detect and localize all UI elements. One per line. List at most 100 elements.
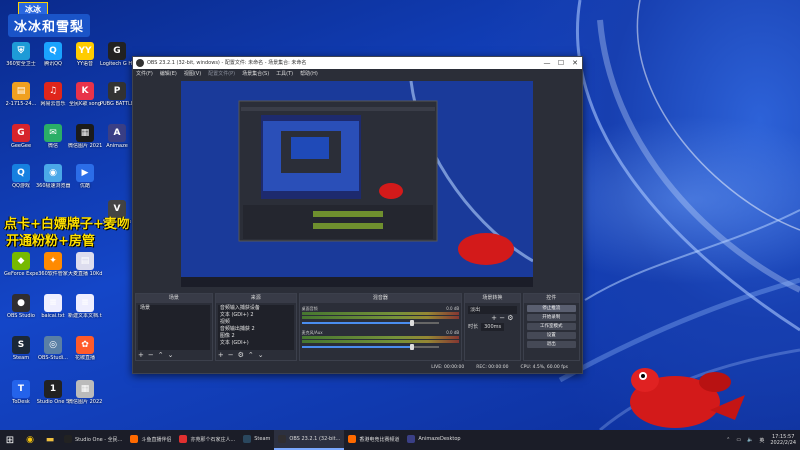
clock[interactable]: 17:15:57 2022/2/24 xyxy=(770,434,796,446)
move-up-icon[interactable]: ⌃ xyxy=(248,351,254,359)
preview-recursive-image xyxy=(181,81,533,287)
desktop-icon[interactable]: ▦微信图片 2022022... xyxy=(68,380,102,405)
desktop-icon[interactable]: ● OBS Studio xyxy=(4,294,38,319)
desktop-icon[interactable]: ≡新建文本文档.txt xyxy=(68,294,102,319)
source-item[interactable]: 图像 2 xyxy=(218,333,294,340)
remove-source-button[interactable]: − xyxy=(228,351,234,359)
chrome-icon[interactable]: ◉ xyxy=(20,430,40,450)
start-recording-button[interactable]: 开始录制 xyxy=(526,314,577,321)
gear-icon[interactable]: ⚙ xyxy=(238,351,244,359)
obs-preview[interactable] xyxy=(181,81,533,287)
desktop-icon[interactable]: S Steam xyxy=(4,336,38,361)
move-up-icon[interactable]: ⌃ xyxy=(158,351,164,359)
desktop-icon[interactable]: K 全民K歌 song xyxy=(68,82,102,107)
menu-edit[interactable]: 编辑(E) xyxy=(160,69,177,79)
desktop-icon[interactable]: YY YY语音 xyxy=(68,42,102,67)
taskbar-app-button[interactable]: 亦苑那个石家庄人... xyxy=(175,430,239,450)
folder-icon[interactable]: ▬ xyxy=(40,430,60,450)
desktop-icon[interactable]: PPUBG BATTLEG... xyxy=(100,82,134,107)
desktop-icon[interactable]: Q 腾讯QQ xyxy=(36,42,70,67)
volume-knob[interactable] xyxy=(409,320,414,326)
windows-start-icon[interactable]: ⊞ xyxy=(0,430,20,450)
input-language[interactable]: 英 xyxy=(759,437,764,444)
taskbar-app-button[interactable]: 斗鱼直播伴侣 xyxy=(126,430,175,450)
desktop-icon[interactable]: T ToDesk xyxy=(4,380,38,405)
settings-button[interactable]: 设置 xyxy=(526,332,577,339)
menu-profile[interactable]: 配置文件(P) xyxy=(208,69,235,79)
obs-titlebar[interactable]: OBS 23.2.1 (32-bit, windows) - 配置文件: 未命名… xyxy=(133,57,582,69)
desktop-icon[interactable]: ◎ OBS-Studi... xyxy=(36,336,70,361)
taskbar-app-button[interactable]: OBS 23.2.1 (32-bit... xyxy=(274,430,345,450)
menu-file[interactable]: 文件(F) xyxy=(136,69,153,79)
desktop-icon[interactable]: ◉ 360极速浏览器 xyxy=(36,164,70,189)
source-item[interactable]: 视频 xyxy=(218,319,294,326)
source-item[interactable]: 音频输出捕获 2 xyxy=(218,326,294,333)
obs-window[interactable]: OBS 23.2.1 (32-bit, windows) - 配置文件: 未命名… xyxy=(132,56,583,374)
volume-knob[interactable] xyxy=(409,344,414,350)
desktop-icon[interactable]: ▶ 优酷 xyxy=(68,164,102,189)
network-icon[interactable]: ▭ xyxy=(736,437,741,443)
menu-tools[interactable]: 工具(T) xyxy=(276,69,293,79)
desktop-icon[interactable]: GLogitech G HUB xyxy=(100,42,134,67)
source-item[interactable]: 文本 (GDI+) 2 xyxy=(218,312,294,319)
volume-meter xyxy=(301,316,460,319)
desktop-icon[interactable]: ≡ baicai.txt xyxy=(36,294,70,319)
desktop-icon[interactable]: Q QQ游戏 xyxy=(4,164,38,189)
add-transition-button[interactable]: + xyxy=(491,314,497,322)
menu-scene-collection[interactable]: 场景集合(S) xyxy=(242,69,269,79)
app-icon: YY xyxy=(76,42,94,60)
mixer-dock: 混音器 桌面音频 0.0 dB 麦克风/Aux 0.0 dB xyxy=(298,293,463,361)
minimize-button[interactable]: — xyxy=(540,57,554,69)
taskbar: ⊞ ◉ ▬ Studio One - 全民... 斗鱼直播伴侣 亦苑那个石家庄人..… xyxy=(0,430,800,450)
remove-scene-button[interactable]: − xyxy=(148,351,154,359)
desktop-icon[interactable]: ✦ 360软件管家 xyxy=(36,252,70,277)
desktop-icon[interactable]: A Animaze xyxy=(100,124,134,149)
remove-transition-button[interactable]: − xyxy=(499,314,505,322)
desktop-icon[interactable]: ♫ 网易云音乐 xyxy=(36,82,70,107)
scene-item[interactable]: 场景 xyxy=(138,305,210,312)
source-item[interactable]: 音频输入捕获设备 xyxy=(218,305,294,312)
desktop-icon[interactable]: ▦微信图片 20211222... xyxy=(68,124,102,149)
volume-slider[interactable] xyxy=(301,344,440,350)
desktop-icon[interactable]: ◆GeForce Experience xyxy=(4,252,38,277)
desktop-icon[interactable]: G GeeGee xyxy=(4,124,38,149)
transition-buttons: + − ⚙ xyxy=(465,314,519,323)
move-down-icon[interactable]: ⌄ xyxy=(258,351,264,359)
duration-input[interactable]: 300ms xyxy=(481,323,505,331)
app-icon: ≡ xyxy=(76,294,94,312)
desktop-icon[interactable]: ✉ 微信 xyxy=(36,124,70,149)
desktop-icon[interactable]: 1 Studio One 5 xyxy=(36,380,70,405)
menu-help[interactable]: 帮助(H) xyxy=(300,69,318,79)
transition-select[interactable]: 淡出 xyxy=(468,306,517,314)
obs-app-icon xyxy=(136,59,144,67)
add-source-button[interactable]: + xyxy=(218,351,224,359)
app-icon xyxy=(64,435,72,443)
move-down-icon[interactable]: ⌄ xyxy=(168,351,174,359)
maximize-button[interactable]: ☐ xyxy=(554,57,568,69)
taskbar-app-button[interactable]: Steam xyxy=(239,430,274,450)
chevron-up-icon[interactable]: ⌃ xyxy=(726,437,730,443)
desktop-icon[interactable]: ▤大麦直播 10Kdata... xyxy=(68,252,102,277)
taskbar-app-button[interactable]: 香港电竞比赛频道 xyxy=(344,430,403,450)
source-item[interactable]: 文本 (GDI+) xyxy=(218,340,294,347)
desktop-icon[interactable]: ✿ 花椒直播 xyxy=(68,336,102,361)
sources-toolbar: + − ⚙ ⌃ ⌄ xyxy=(218,351,264,359)
close-button[interactable]: ✕ xyxy=(568,57,582,69)
menu-view[interactable]: 视图(V) xyxy=(184,69,201,79)
desktop-icon-label: 2-1715-24... xyxy=(5,101,37,107)
desktop-icon[interactable]: ⛨ 360安全卫士 xyxy=(4,42,38,67)
gear-icon[interactable]: ⚙ xyxy=(507,314,513,322)
add-scene-button[interactable]: + xyxy=(138,351,144,359)
sources-list[interactable]: 音频输入捕获设备 文本 (GDI+) 2 视频 音频输出捕获 2 图像 2 文本… xyxy=(217,305,294,350)
taskbar-app-button[interactable]: Studio One - 全民... xyxy=(60,430,126,450)
desktop-icon[interactable]: ▤ 2-1715-24... xyxy=(4,82,38,107)
stop-streaming-button[interactable]: 停止推流 xyxy=(526,305,577,312)
volume-slider[interactable] xyxy=(301,320,440,326)
scenes-list[interactable]: 场景 xyxy=(138,305,210,350)
taskbar-app-button[interactable]: AnimazeDesktop xyxy=(403,430,464,450)
app-icon: A xyxy=(108,124,126,142)
desktop-icon-label: Studio One 5 xyxy=(36,399,70,405)
studio-mode-button[interactable]: 工作室模式 xyxy=(526,323,577,330)
exit-button[interactable]: 退出 xyxy=(526,341,577,348)
volume-icon[interactable]: 🔈 xyxy=(747,437,753,443)
